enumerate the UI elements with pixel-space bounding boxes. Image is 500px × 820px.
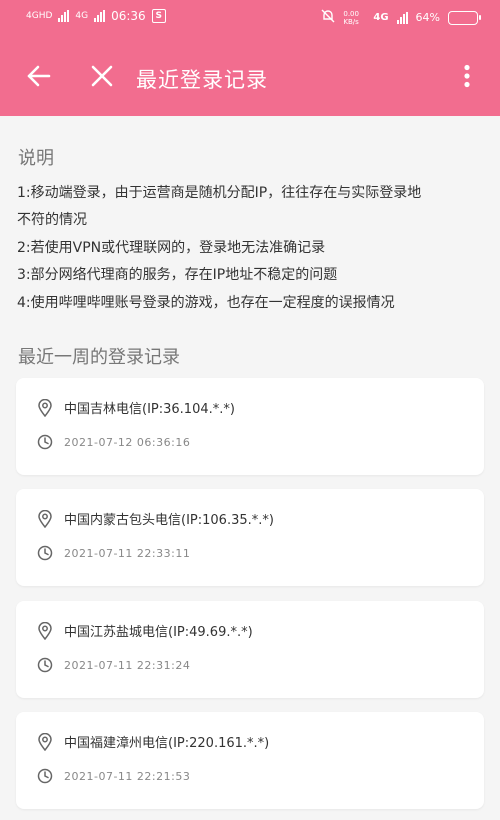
location-pin-icon: [36, 621, 54, 640]
location-pin-icon: [36, 509, 54, 528]
signal-strength-icon: [396, 11, 408, 24]
location-pin-icon: [36, 732, 54, 751]
content: 说明 1:移动端登录，由于运营商是随机分配IP，往往存在与实际登录地 不符的情况…: [0, 116, 500, 820]
battery-percent: 64%: [415, 11, 440, 24]
clock-icon: [36, 767, 54, 785]
clock-icon: [36, 544, 54, 562]
note-line: 2:若使用VPN或代理联网的，登录地无法准确记录: [17, 240, 326, 256]
login-record-card: 中国福建漳州电信(IP:220.161.*.*) 2021-07-11 22:2…: [16, 712, 484, 809]
login-time: 2021-07-12 06:36:16: [64, 435, 191, 449]
note-line: 3:部分网络代理商的服务，存在IP地址不稳定的问题: [17, 267, 338, 283]
note-line: 4:使用哔哩哔哩账号登录的游戏，也存在一定程度的误报情况: [17, 295, 395, 311]
login-location: 中国吉林电信(IP:36.104.*.*): [64, 402, 235, 417]
clock-icon: [36, 656, 54, 674]
more-vertical-icon: [464, 64, 470, 88]
login-time: 2021-07-11 22:31:24: [64, 658, 191, 672]
login-record-card: 中国吉林电信(IP:36.104.*.*) 2021-07-12 06:36:1…: [16, 378, 484, 475]
signal-icon-2: [94, 10, 106, 22]
login-location: 中国福建漳州电信(IP:220.161.*.*): [64, 736, 270, 751]
close-icon: [91, 65, 113, 87]
back-button[interactable]: [19, 56, 59, 96]
status-bar: 4GHD 4G 06:36 S 0.00 KB/s 4G 64%: [0, 0, 500, 38]
note-line: 1:移动端登录，由于运营商是随机分配IP，往往存在与实际登录地: [17, 185, 422, 201]
login-record-card: 中国江苏盐城电信(IP:49.69.*.*) 2021-07-11 22:31:…: [16, 601, 484, 698]
back-arrow-icon: [27, 65, 51, 87]
notes-heading: 说明: [18, 148, 54, 169]
login-time: 2021-07-11 22:21:53: [64, 769, 191, 783]
clock: 06:36: [111, 9, 146, 23]
note-line: 不符的情况: [17, 212, 87, 228]
signal-icon: [58, 10, 70, 22]
notification-app-icon: S: [151, 9, 166, 23]
login-record-card: 中国内蒙古包头电信(IP:106.35.*.*) 2021-07-11 22:3…: [16, 489, 484, 586]
location-pin-icon: [36, 398, 54, 417]
toolbar: 最近登录记录: [0, 38, 500, 116]
signal-label-1: 4GHD: [26, 10, 53, 21]
clock-icon: [36, 433, 54, 451]
battery-icon: [448, 10, 481, 25]
network-type: 4G: [373, 12, 389, 23]
close-button[interactable]: [82, 56, 122, 96]
more-options-button[interactable]: [447, 56, 487, 96]
page-title: 最近登录记录: [136, 68, 268, 92]
network-speed: 0.00 KB/s: [343, 9, 359, 26]
login-location: 中国江苏盐城电信(IP:49.69.*.*): [64, 625, 253, 640]
records-heading: 最近一周的登录记录: [18, 347, 180, 368]
login-location: 中国内蒙古包头电信(IP:106.35.*.*): [64, 513, 274, 528]
login-time: 2021-07-11 22:33:11: [64, 546, 191, 560]
signal-label-2: 4G: [75, 10, 89, 21]
mute-icon: [321, 9, 335, 26]
